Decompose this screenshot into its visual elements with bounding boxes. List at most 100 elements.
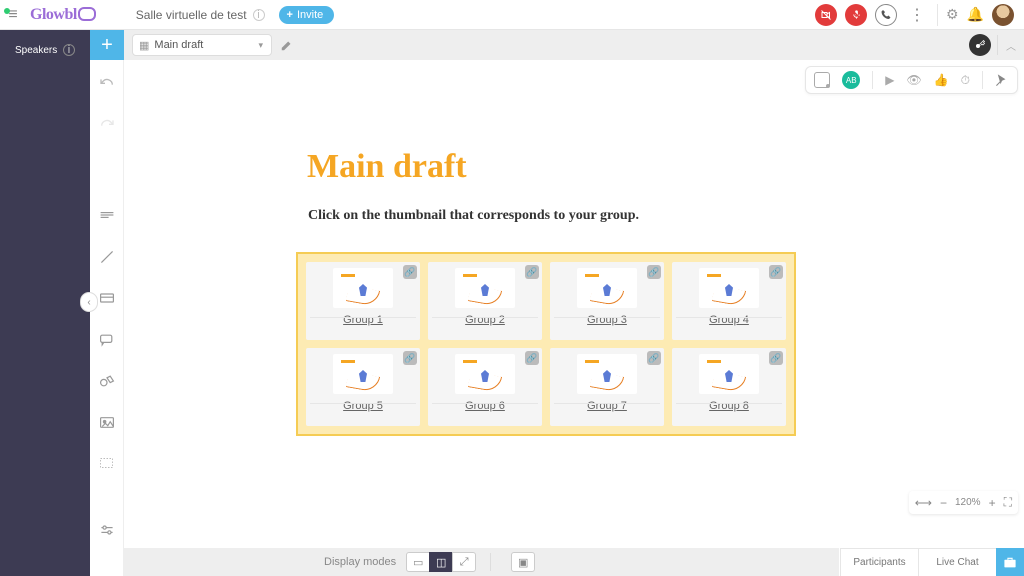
gear-icon[interactable]: ⚙ (946, 6, 959, 23)
divider (310, 403, 416, 404)
collapse-icon[interactable]: ︿ (997, 35, 1016, 55)
group-thumbnail (577, 354, 637, 394)
group-label: Group 6 (465, 400, 505, 412)
shapes-tool-icon[interactable] (98, 373, 116, 388)
group-label: Group 4 (709, 314, 749, 326)
group-label: Group 1 (343, 314, 383, 326)
group-label: Group 3 (587, 314, 627, 326)
group-thumbnail (577, 268, 637, 308)
more-vert-icon[interactable]: ⋮ (905, 5, 929, 25)
mode-focus[interactable]: ▣ (511, 552, 535, 572)
divider (554, 317, 660, 318)
fullscreen-icon[interactable]: ⛶ (1004, 495, 1012, 510)
card-tool-icon[interactable] (98, 291, 116, 306)
select-area-icon[interactable] (814, 72, 830, 88)
mode-expand[interactable]: ⤢ (452, 552, 476, 572)
zoom-bar: ⟷ − 120% + ⛶ (909, 491, 1018, 514)
settings-tool-icon[interactable] (98, 523, 116, 538)
cursor-icon[interactable] (995, 73, 1009, 87)
divider (432, 403, 538, 404)
menu-icon[interactable]: ≡ (0, 6, 26, 24)
play-icon[interactable]: ▶ (885, 73, 894, 87)
text-tool-icon[interactable] (98, 208, 116, 223)
timer-icon[interactable]: ⏱ (961, 73, 970, 88)
display-bar: Display modes ▭ ◫ ⤢ ▣ (124, 548, 839, 576)
link-icon: 🔗 (647, 265, 661, 279)
mode-group-1: ▭ ◫ ⤢ (406, 552, 476, 572)
group-card[interactable]: 🔗 Group 3 (550, 262, 664, 340)
link-icon: 🔗 (769, 265, 783, 279)
canvas[interactable]: Main draft Click on the thumbnail that c… (124, 60, 1024, 548)
link-icon: 🔗 (647, 351, 661, 365)
header-right: ⋮ ⚙ 🔔 (815, 4, 1024, 26)
tab-name: Main draft (154, 39, 203, 51)
group-thumbnail (455, 268, 515, 308)
group-thumbnail (455, 354, 515, 394)
add-button[interactable]: + (90, 30, 124, 60)
page-subtitle: Click on the thumbnail that corresponds … (308, 208, 639, 224)
group-label: Group 5 (343, 400, 383, 412)
group-card[interactable]: 🔗Group 5 (306, 348, 420, 426)
divider (676, 403, 782, 404)
mode-single[interactable]: ▭ (406, 552, 430, 572)
tab-doc-icon: ▦ (139, 39, 149, 52)
link-icon: 🔗 (403, 265, 417, 279)
pen-tool-icon[interactable] (98, 249, 116, 265)
redo-icon[interactable] (98, 115, 116, 130)
logo[interactable]: Glowbl (30, 5, 96, 25)
group-card[interactable]: 🔗Group 8 (672, 348, 786, 426)
group-card[interactable]: 🔗 Group 7 (550, 348, 664, 426)
expand-handle[interactable]: ‹ (80, 292, 98, 312)
fit-width-icon[interactable]: ⟷ (915, 496, 932, 510)
mic-off-button[interactable] (845, 4, 867, 26)
group-thumbnail (699, 354, 759, 394)
phone-button[interactable] (875, 4, 897, 26)
link-icon: 🔗 (525, 265, 539, 279)
zoom-in-icon[interactable]: + (989, 496, 996, 510)
display-modes-label: Display modes (324, 556, 396, 568)
tab-main-draft[interactable]: ▦ Main draft ▾ (132, 34, 272, 56)
speakers-bottom (0, 548, 90, 576)
divider (554, 403, 660, 404)
logo-text: Glowbl (30, 6, 77, 24)
live-chat-tab[interactable]: Live Chat (918, 548, 996, 576)
camera-off-button[interactable] (815, 4, 837, 26)
bell-icon[interactable]: 🔔 (967, 6, 984, 23)
group-label: Group 2 (465, 314, 505, 326)
group-grid: 🔗Group 1🔗Group 2🔗Group 3🔗Group 4🔗Group 5… (296, 252, 796, 436)
user-badge[interactable]: AB (842, 71, 860, 89)
mode-split[interactable]: ◫ (429, 552, 453, 572)
group-card[interactable]: 🔗 Group 2 (428, 262, 542, 340)
divider (676, 317, 782, 318)
link-icon: 🔗 (769, 351, 783, 365)
chat-tool-icon[interactable] (98, 332, 116, 347)
top-header: ≡ Glowbl Salle virtuelle de test i Invit… (0, 0, 1024, 30)
thumbs-up-icon[interactable]: 👍 (934, 73, 949, 87)
avatar[interactable] (992, 4, 1014, 26)
frame-tool-icon[interactable] (98, 456, 116, 471)
eye-icon[interactable]: 👁 (906, 73, 921, 87)
zoom-out-icon[interactable]: − (940, 496, 947, 510)
toolrail-bottom (90, 548, 124, 576)
pencil-icon[interactable] (280, 38, 294, 52)
key-icon[interactable] (969, 34, 991, 56)
canvas-panel: AB ▶ 👁 👍 ⏱ (805, 66, 1018, 94)
group-card[interactable]: 🔗Group 6 (428, 348, 542, 426)
image-tool-icon[interactable] (98, 414, 116, 429)
room-title: Salle virtuelle de test (136, 8, 247, 22)
undo-icon[interactable] (98, 74, 116, 89)
zoom-percent: 120% (955, 497, 981, 508)
group-card[interactable]: 🔗 Group 4 (672, 262, 786, 340)
participants-tab[interactable]: Participants (840, 548, 918, 576)
page-title: Main draft (307, 148, 467, 186)
group-label: Group 7 (587, 400, 627, 412)
info-icon[interactable]: i (253, 9, 265, 21)
apps-button[interactable] (996, 548, 1024, 576)
chevron-down-icon[interactable]: ▾ (258, 40, 263, 51)
group-card[interactable]: 🔗 Group 1 (306, 262, 420, 340)
divider (937, 4, 938, 26)
speakers-info-icon[interactable]: i (63, 44, 75, 56)
invite-button[interactable]: Invite (279, 6, 335, 24)
divider (872, 71, 873, 89)
speakers-column: Speakers i (0, 30, 90, 548)
